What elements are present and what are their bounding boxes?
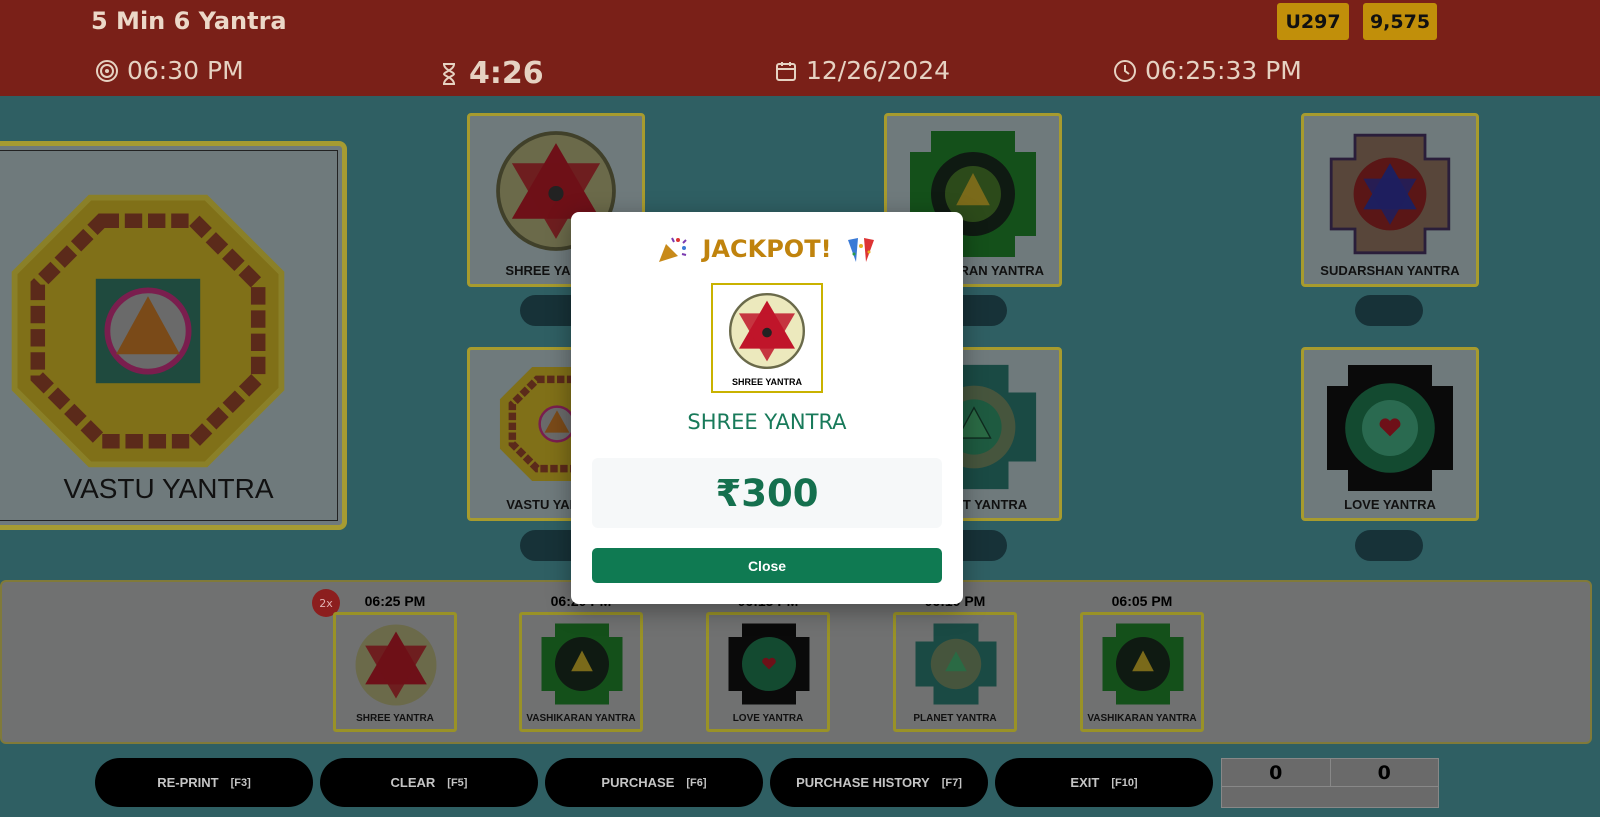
- party-popper-icon: [659, 237, 688, 262]
- shree-yantra-icon: [729, 293, 805, 369]
- modal-header: JACKPOT!: [571, 234, 963, 264]
- jackpot-modal: JACKPOT! SHREE YANTRA SHREE YANTRA ₹300 …: [571, 212, 963, 604]
- jackpot-amount: ₹300: [592, 458, 942, 528]
- winning-yantra-image-label: SHREE YANTRA: [731, 377, 803, 387]
- confetti-icon: [847, 238, 874, 262]
- winning-yantra-image: SHREE YANTRA: [711, 283, 823, 393]
- modal-title: JACKPOT!: [702, 235, 832, 263]
- winning-yantra-name: SHREE YANTRA: [687, 410, 847, 434]
- close-button[interactable]: Close: [592, 548, 942, 583]
